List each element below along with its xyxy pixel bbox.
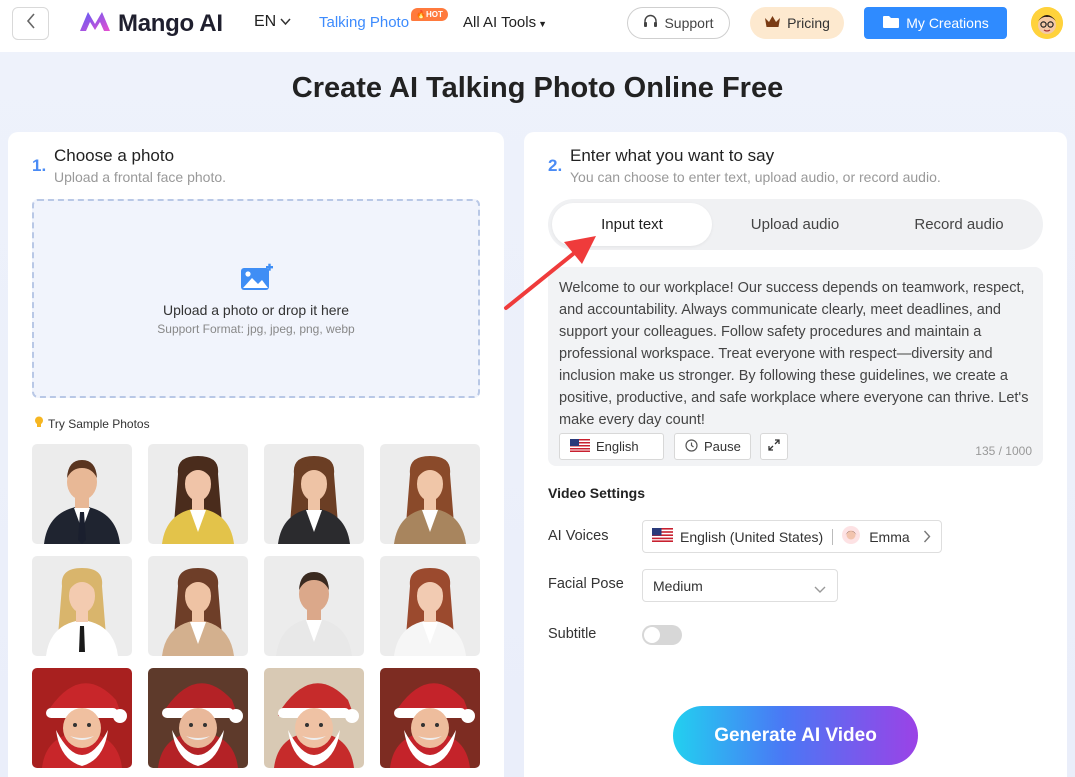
pricing-label: Pricing: [787, 15, 830, 31]
step-title: Choose a photo: [54, 146, 175, 165]
us-flag-icon: [652, 528, 673, 545]
logo-text: Mango AI: [118, 9, 223, 37]
upload-dropzone[interactable]: Upload a photo or drop it here Support F…: [32, 199, 480, 398]
step-number: 1.: [32, 156, 47, 175]
script-text[interactable]: Welcome to our workplace! Our success de…: [559, 277, 1034, 431]
chevron-right-icon: [923, 530, 931, 546]
nav-ai-tools[interactable]: All AI Tools ▼: [463, 14, 547, 31]
script-textarea[interactable]: Welcome to our workplace! Our success de…: [548, 267, 1043, 466]
expand-button[interactable]: [760, 433, 788, 460]
add-image-icon: [240, 263, 274, 296]
top-nav: Mango AI EN Talking Photo 🔥HOT All AI To…: [0, 0, 1075, 52]
subtitle-label: Subtitle: [548, 626, 597, 642]
user-avatar[interactable]: [1031, 7, 1063, 39]
my-creations-button[interactable]: My Creations: [864, 7, 1007, 39]
headset-icon: [643, 14, 658, 32]
language-button[interactable]: English: [559, 433, 664, 460]
sample-photo[interactable]: [148, 444, 248, 544]
caret-down-icon: ▼: [538, 19, 548, 29]
my-creations-label: My Creations: [906, 15, 989, 31]
pause-button[interactable]: Pause: [674, 433, 751, 460]
tab-record-audio[interactable]: Record audio: [879, 203, 1039, 246]
sample-photo[interactable]: [264, 444, 364, 544]
sample-photo[interactable]: [380, 668, 480, 768]
step-subtitle: Upload a frontal face photo.: [54, 169, 227, 185]
language-button-label: English: [596, 439, 639, 454]
step-number: 2.: [548, 156, 563, 175]
page-title: Create AI Talking Photo Online Free: [291, 72, 784, 104]
facial-pose-value: Medium: [653, 577, 703, 594]
toggle-knob: [644, 627, 660, 643]
upload-prompt: Upload a photo or drop it here: [162, 302, 349, 318]
voice-avatar-icon: [842, 526, 861, 547]
facial-pose-label: Facial Pose: [548, 576, 624, 592]
video-settings-title: Video Settings: [548, 485, 645, 501]
samples-label-text: Try Sample Photos: [48, 416, 150, 431]
subtitle-toggle[interactable]: [642, 625, 682, 645]
clock-icon: [685, 438, 698, 455]
chevron-down-icon: [280, 13, 291, 31]
hot-badge-label: HOT: [425, 10, 443, 19]
annotation-arrow: [500, 228, 620, 323]
us-flag-icon: [570, 438, 590, 455]
ai-voices-label: AI Voices: [548, 528, 609, 544]
language-label: EN: [254, 13, 277, 30]
chevron-down-icon: [814, 581, 826, 597]
chevron-left-icon: [25, 13, 37, 34]
ai-tools-label: All AI Tools: [463, 14, 537, 31]
step-subtitle: You can choose to enter text, upload aud…: [570, 169, 941, 185]
folder-icon: [882, 15, 900, 32]
sample-photo[interactable]: [148, 556, 248, 656]
sample-photo[interactable]: [32, 668, 132, 768]
facial-pose-select[interactable]: Medium: [642, 569, 838, 602]
support-format: Support Format: jpg, jpeg, png, webp: [157, 322, 355, 336]
support-label: Support: [664, 15, 714, 31]
logo[interactable]: Mango AI: [78, 9, 223, 38]
samples-label: Try Sample Photos: [34, 416, 150, 431]
pause-button-label: Pause: [704, 439, 741, 454]
sample-photo[interactable]: [148, 668, 248, 768]
expand-icon: [768, 439, 780, 454]
character-count: 135 / 1000: [975, 444, 1032, 458]
step-title: Enter what you want to say: [570, 146, 775, 165]
lightbulb-icon: [34, 416, 44, 431]
voice-language: English (United States): [680, 528, 824, 545]
tab-upload-audio[interactable]: Upload audio: [715, 203, 875, 246]
language-selector[interactable]: EN: [254, 13, 291, 31]
sample-photo[interactable]: [264, 556, 364, 656]
voice-name: Emma: [869, 528, 910, 545]
pricing-button[interactable]: Pricing: [750, 7, 844, 39]
choose-photo-panel: 1. Choose a photo Upload a frontal face …: [8, 132, 504, 777]
generate-video-button[interactable]: Generate AI Video: [673, 706, 918, 765]
support-button[interactable]: Support: [627, 7, 730, 39]
sample-photo[interactable]: [380, 556, 480, 656]
crown-icon: [764, 15, 781, 31]
sample-photo[interactable]: [264, 668, 364, 768]
sample-photo[interactable]: [380, 444, 480, 544]
hot-badge: 🔥HOT: [411, 8, 448, 21]
nav-talking-photo[interactable]: Talking Photo: [319, 14, 409, 31]
divider: [832, 528, 834, 545]
ai-voice-selector[interactable]: English (United States) Emma: [642, 520, 942, 553]
input-mode-tabs: Input text Upload audio Record audio: [548, 199, 1043, 250]
sample-photo[interactable]: [32, 444, 132, 544]
mango-logo-icon: [78, 9, 112, 38]
back-button[interactable]: [12, 7, 49, 40]
sample-photo[interactable]: [32, 556, 132, 656]
